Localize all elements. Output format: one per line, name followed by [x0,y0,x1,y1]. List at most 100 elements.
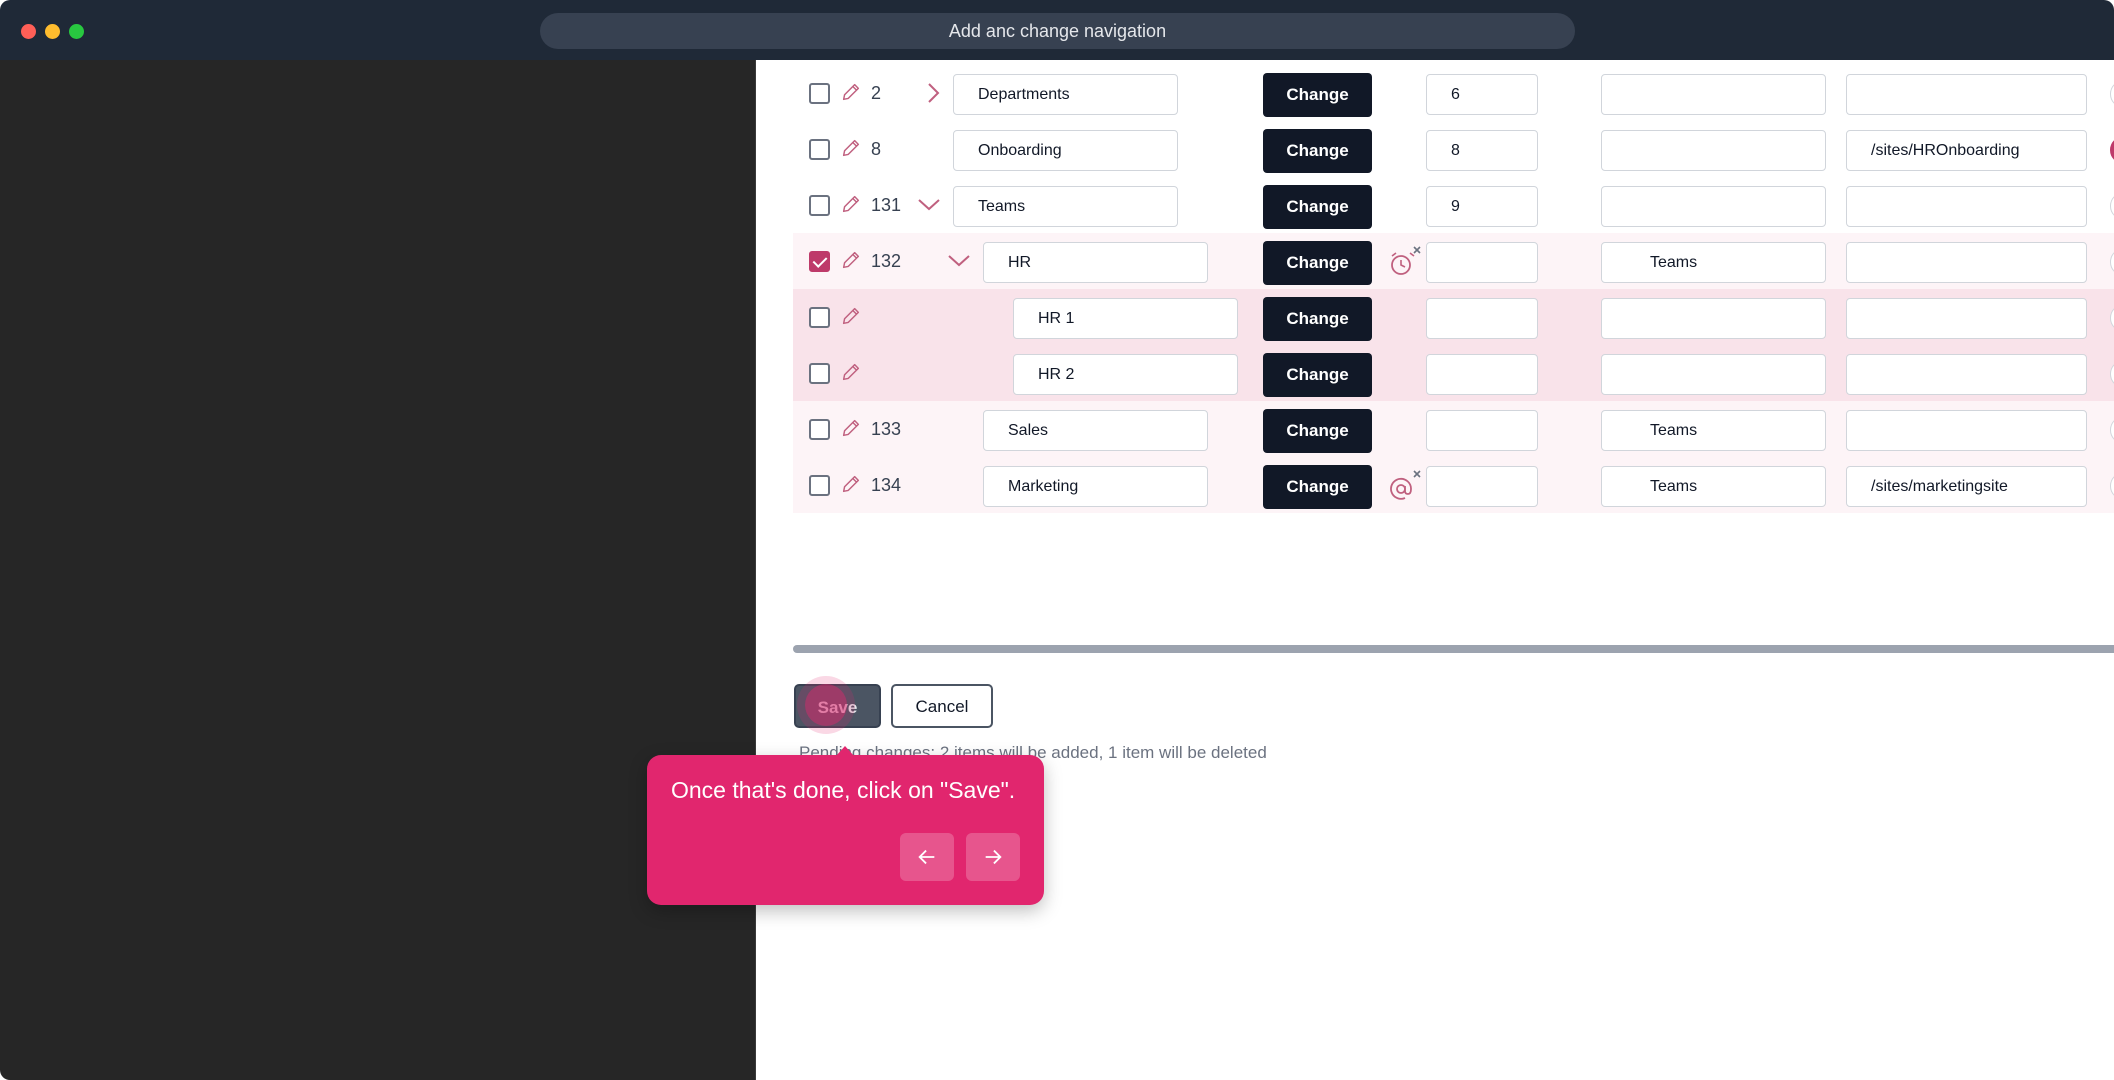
pencil-icon[interactable] [840,361,862,383]
order-input[interactable] [1426,410,1538,451]
table-row: 8 Onboarding Change 8 /sites/HROnboardin… [793,121,2114,177]
change-button[interactable]: Change [1263,185,1372,229]
title-input[interactable]: Sales [983,410,1208,451]
pencil-icon[interactable] [840,249,862,271]
row-checkbox[interactable] [809,195,830,216]
change-button[interactable]: Change [1263,73,1372,117]
minimize-window-button[interactable] [45,24,60,39]
row-action-button[interactable] [2110,192,2114,220]
row-id: 134 [871,475,902,495]
chevron-right-icon[interactable] [921,81,945,105]
parent-input[interactable] [1601,186,1826,227]
table-row: 2 Departments Change 6 [793,65,2114,121]
table-row: HR 1 Change [793,289,2114,345]
cancel-button[interactable]: Cancel [891,684,993,728]
parent-input[interactable]: Teams [1601,466,1826,507]
row-checkbox[interactable] [809,475,830,496]
title-bar: Add anc change navigation [0,0,2114,60]
chevron-down-icon[interactable] [947,249,971,273]
row-id: 132 [871,251,902,271]
row-action-button[interactable] [2110,136,2114,164]
url-input[interactable] [1846,74,2087,115]
arrow-left-icon [918,849,935,865]
row-checkbox[interactable] [809,307,830,328]
row-checkbox[interactable] [809,83,830,104]
url-input[interactable] [1846,354,2087,395]
navigation-editor: 2 Departments Change 6 8 Onboarding Chan… [757,60,2114,1080]
left-pane [0,60,756,1080]
order-input[interactable]: 8 [1426,130,1538,171]
maximize-window-button[interactable] [69,24,84,39]
url-input[interactable] [1846,242,2087,283]
row-id: 8 [871,139,882,159]
order-input[interactable] [1426,242,1538,283]
order-input[interactable] [1426,354,1538,395]
parent-input[interactable] [1601,130,1826,171]
pencil-icon[interactable] [840,137,862,159]
row-checkbox[interactable] [809,139,830,160]
row-id: 133 [871,419,902,439]
previous-step-button[interactable] [900,833,954,881]
parent-input[interactable] [1601,298,1826,339]
parent-input[interactable]: Teams [1601,410,1826,451]
table-row: HR 2 Change [793,345,2114,401]
order-input[interactable]: 9 [1426,186,1538,227]
horizontal-scrollbar[interactable] [793,645,2114,653]
chevron-down-icon[interactable] [917,193,941,217]
parent-input[interactable] [1601,74,1826,115]
title-input[interactable]: HR 2 [1013,354,1238,395]
guide-tooltip: Once that's done, click on "Save". [647,746,1044,905]
pencil-icon[interactable] [840,81,862,103]
table-row: 132 HR Change Teams [793,233,2114,289]
row-action-button[interactable] [2110,416,2114,444]
title-input[interactable]: HR 1 [1013,298,1238,339]
row-id: 2 [871,83,882,103]
at-sign-icon[interactable] [1387,469,1423,505]
url-input[interactable] [1846,298,2087,339]
window-title: Add anc change navigation [540,13,1575,49]
row-action-button[interactable] [2110,472,2114,500]
row-checkbox[interactable] [809,363,830,384]
alarm-icon[interactable] [1387,245,1423,281]
close-window-button[interactable] [21,24,36,39]
title-input[interactable]: Marketing [983,466,1208,507]
url-input[interactable]: /sites/HROnboarding [1846,130,2087,171]
change-button[interactable]: Change [1263,241,1372,285]
order-input[interactable] [1426,466,1538,507]
title-input[interactable]: Departments [953,74,1178,115]
row-id: 131 [871,195,902,215]
arrow-right-icon [985,849,1002,865]
row-checkbox[interactable] [809,251,830,272]
table-row: 134 Marketing Change Teams /sites/market… [793,457,2114,513]
row-action-button[interactable] [2110,80,2114,108]
change-button[interactable]: Change [1263,353,1372,397]
change-button[interactable]: Change [1263,465,1372,509]
url-input[interactable] [1846,410,2087,451]
next-step-button[interactable] [966,833,1020,881]
row-action-button[interactable] [2110,248,2114,276]
order-input[interactable] [1426,298,1538,339]
title-input[interactable]: Teams [953,186,1178,227]
click-highlight [805,684,847,726]
url-input[interactable]: /sites/marketingsite [1846,466,2087,507]
tooltip-text: Once that's done, click on "Save". [671,777,1016,803]
title-input[interactable]: Onboarding [953,130,1178,171]
title-input[interactable]: HR [983,242,1208,283]
table-row: 133 Sales Change Teams [793,401,2114,457]
pencil-icon[interactable] [840,305,862,327]
row-checkbox[interactable] [809,419,830,440]
url-input[interactable] [1846,186,2087,227]
order-input[interactable]: 6 [1426,74,1538,115]
row-action-button[interactable] [2110,304,2114,332]
pencil-icon[interactable] [840,473,862,495]
parent-input[interactable] [1601,354,1826,395]
pencil-icon[interactable] [840,417,862,439]
change-button[interactable]: Change [1263,129,1372,173]
row-action-button[interactable] [2110,360,2114,388]
pencil-icon[interactable] [840,193,862,215]
change-button[interactable]: Change [1263,297,1372,341]
change-button[interactable]: Change [1263,409,1372,453]
parent-input[interactable]: Teams [1601,242,1826,283]
table-row: 131 Teams Change 9 [793,177,2114,233]
app-window: Add anc change navigation 2 Departments … [0,0,2114,1080]
